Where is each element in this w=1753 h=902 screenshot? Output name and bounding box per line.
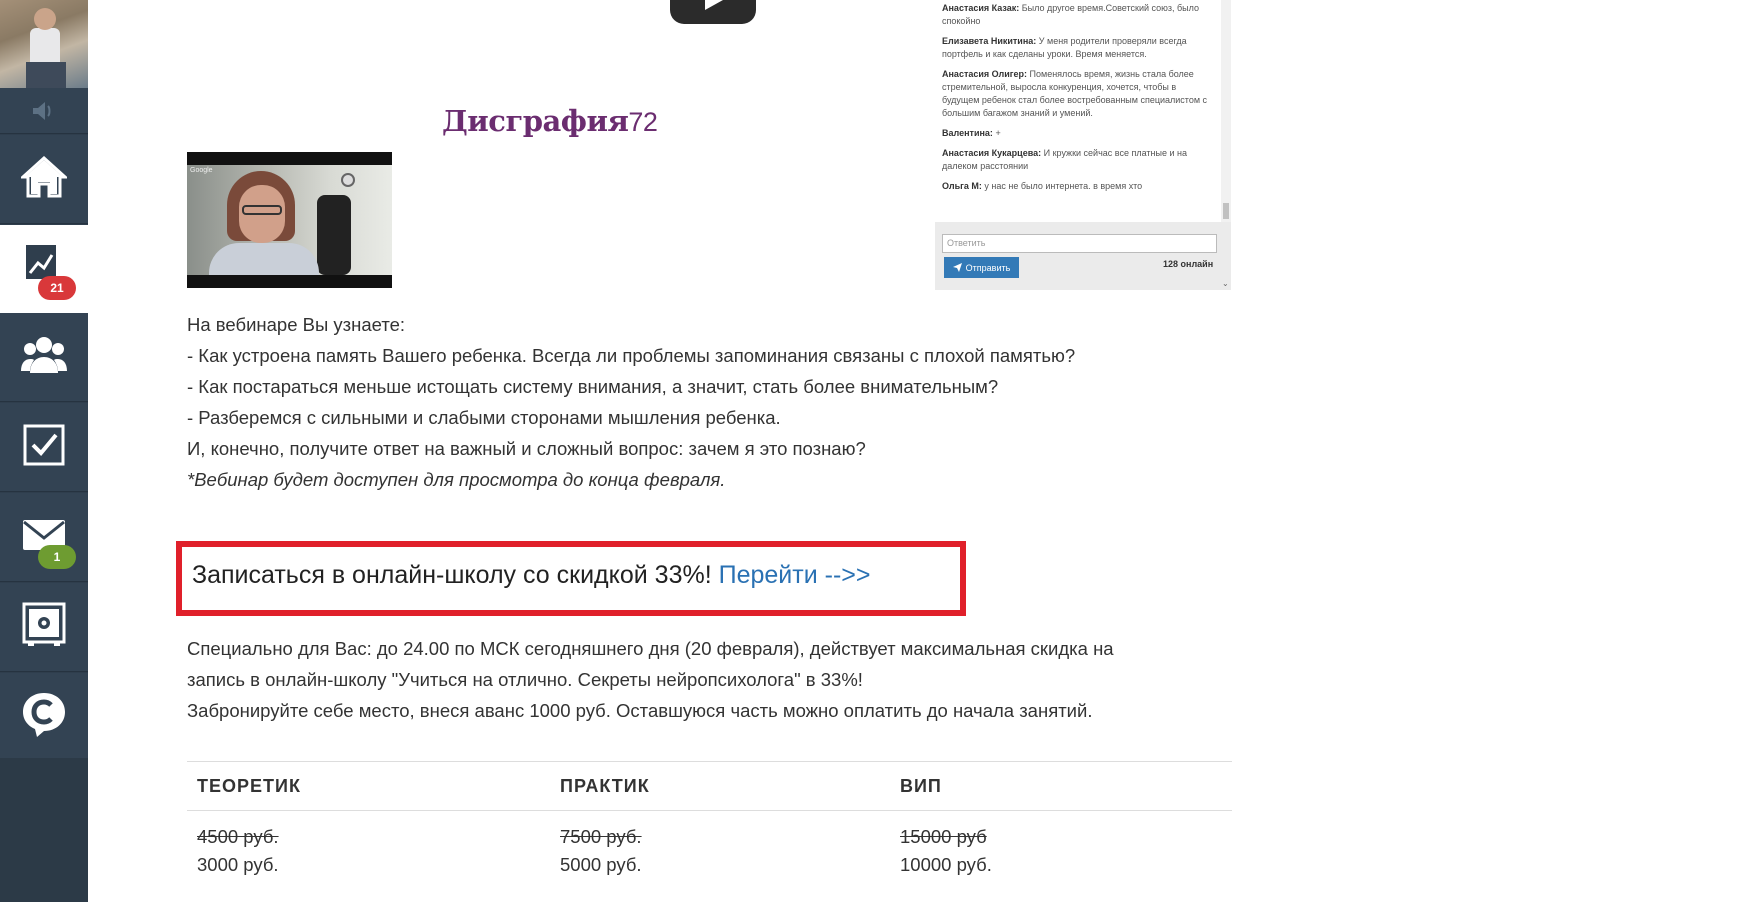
promo-line: Забронируйте себе место, внеся аванс 100… (187, 700, 1093, 721)
bullet-item: - Разберемся с сильными и слабыми сторон… (187, 407, 781, 428)
pricing-table: ТЕОРЕТИК ПРАКТИК ВИП 4500 руб. 3000 руб.… (187, 761, 1232, 879)
send-icon (952, 263, 962, 272)
cta-text: Записаться в онлайн-школу со скидкой 33%… (192, 561, 712, 589)
chat-compose: Ответить Отправить 128 онлайн ⌄ (935, 222, 1231, 290)
stats-badge: 21 (38, 276, 76, 300)
promo-text: Специально для Вас: до 24.00 по МСК сего… (187, 633, 1197, 726)
chat-message: Анастасия Казак: Было другое время.Совет… (942, 3, 1199, 26)
enroll-cta-box: Записаться в онлайн-школу со скидкой 33%… (176, 541, 966, 616)
promo-line: Специально для Вас: до 24.00 по МСК сего… (187, 638, 1114, 659)
plan-header: ТЕОРЕТИК (197, 775, 301, 796)
closing-text: И, конечно, получите ответ на важный и с… (187, 438, 866, 459)
old-price: 7500 руб. (560, 826, 642, 847)
mail-badge: 1 (38, 545, 76, 569)
plan-header: ПРАКТИК (560, 775, 650, 796)
webinar-video-thumbnail[interactable]: Google (187, 152, 392, 288)
sidebar: 21 1 (0, 0, 88, 902)
chat-message: Анастасия Олигер: Поменялось время, жизн… (942, 69, 1208, 118)
video-play-button[interactable] (670, 0, 756, 24)
sidebar-item-safe[interactable] (0, 583, 88, 672)
sidebar-item-home[interactable] (0, 135, 88, 224)
chat-logo-icon (21, 691, 67, 744)
chat-reply-input[interactable]: Ответить (942, 234, 1217, 253)
sidebar-item-stats[interactable]: 21 (0, 225, 88, 314)
bullet-item: - Как устроена память Вашего ребенка. Вс… (187, 345, 1076, 366)
users-icon (21, 335, 67, 380)
sidebar-footer (0, 758, 88, 902)
volume-icon[interactable] (0, 88, 88, 134)
clock-icon (341, 173, 355, 187)
chat-message: Анастасия Кукарцева: И кружки сейчас все… (942, 148, 1187, 171)
sidebar-item-mail[interactable]: 1 (0, 493, 88, 582)
webinar-description: На вебинаре Вы узнаете: - Как устроена п… (187, 309, 1197, 495)
video-tag: Google (190, 167, 213, 174)
user-avatar[interactable] (0, 0, 88, 88)
main-content: Дисграфия72 Google Анастасия Казак: Было… (88, 0, 1753, 902)
availability-note: *Вебинар будет доступен для просмотра до… (187, 469, 726, 490)
sidebar-item-users[interactable] (0, 313, 88, 402)
chat-message: Валентина: + (942, 128, 1001, 138)
pricing-row: 4500 руб. 3000 руб. 7500 руб. 5000 руб. … (187, 811, 1232, 879)
chat-panel: Анастасия Казак: Было другое время.Совет… (935, 0, 1231, 290)
pricing-header-row: ТЕОРЕТИК ПРАКТИК ВИП (187, 762, 1232, 811)
chat-scrollbar[interactable] (1221, 0, 1231, 222)
chat-message: Елизавета Никитина: У меня родители пров… (942, 36, 1187, 59)
safe-icon (22, 602, 66, 653)
new-price: 5000 руб. (560, 854, 642, 875)
sidebar-item-tasks[interactable] (0, 403, 88, 492)
plan-header: ВИП (900, 775, 942, 796)
old-price: 4500 руб. (197, 826, 279, 847)
promo-line: запись в онлайн-школу "Учиться на отличн… (187, 669, 863, 690)
new-price: 3000 руб. (197, 854, 279, 875)
online-count: 128 онлайн (1163, 259, 1214, 269)
new-price: 10000 руб. (900, 854, 992, 875)
disgrafia-logo: Дисграфия72 (442, 104, 658, 138)
chat-message-list: Анастасия Казак: Было другое время.Совет… (935, 0, 1221, 222)
bullet-item: - Как постараться меньше истощать систем… (187, 376, 999, 397)
chevron-down-icon[interactable]: ⌄ (1222, 279, 1229, 288)
old-price: 15000 руб (900, 826, 987, 847)
chat-send-button[interactable]: Отправить (944, 257, 1019, 278)
intro-text: На вебинаре Вы узнаете: (187, 314, 406, 335)
chat-send-label: Отправить (965, 262, 1011, 273)
checkbox-icon (23, 424, 65, 471)
chat-message: Ольга М: у нас не было интернета. в врем… (942, 181, 1143, 191)
cta-link[interactable]: Перейти -->> (719, 561, 871, 589)
sidebar-item-chat[interactable] (0, 673, 88, 762)
home-icon (19, 155, 69, 203)
